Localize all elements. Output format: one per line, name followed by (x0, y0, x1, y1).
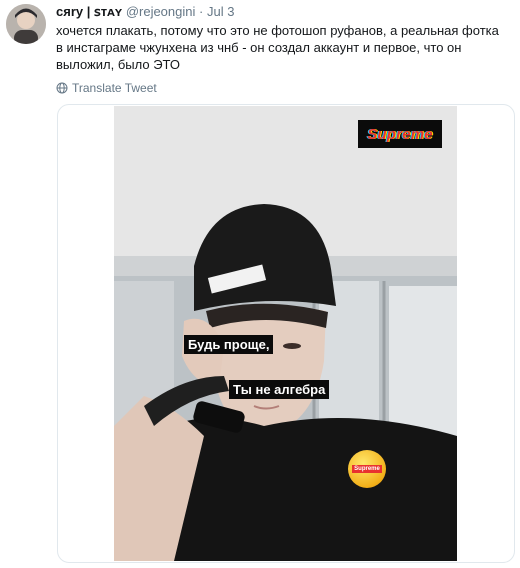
user-handle[interactable]: @rejeongini (126, 4, 196, 19)
avatar[interactable] (6, 4, 46, 44)
supreme-sticker: Supreme (348, 450, 386, 488)
meme-caption-line-2: Ты не алгебра (229, 380, 330, 399)
meme-caption-line-1: Будь проще, (184, 335, 274, 354)
globe-icon (56, 82, 68, 94)
media-container[interactable]: Supreme Будь проще, Ты не алгебра Suprem… (57, 104, 515, 563)
avatar-image (6, 4, 46, 44)
supreme-sticker-label: Supreme (352, 465, 382, 473)
tweet-header: cяry | ꜱᴛᴀʏ @rejeongini · Jul 3 (56, 3, 234, 20)
display-name[interactable]: cяry | ꜱᴛᴀʏ (56, 4, 122, 19)
tweet-photo[interactable]: Supreme Будь проще, Ты не алгебра Suprem… (114, 106, 457, 561)
tweet-date[interactable]: Jul 3 (207, 4, 234, 19)
separator-dot: · (199, 4, 204, 19)
translate-tweet-link[interactable]: Translate Tweet (56, 81, 157, 95)
translate-label: Translate Tweet (72, 81, 157, 95)
supreme-logo-text: Supreme (367, 125, 433, 143)
supreme-logo: Supreme (358, 120, 442, 148)
tweet-text: хочется плакать, потому что это не фотош… (56, 23, 499, 72)
photo-illustration (114, 106, 457, 561)
